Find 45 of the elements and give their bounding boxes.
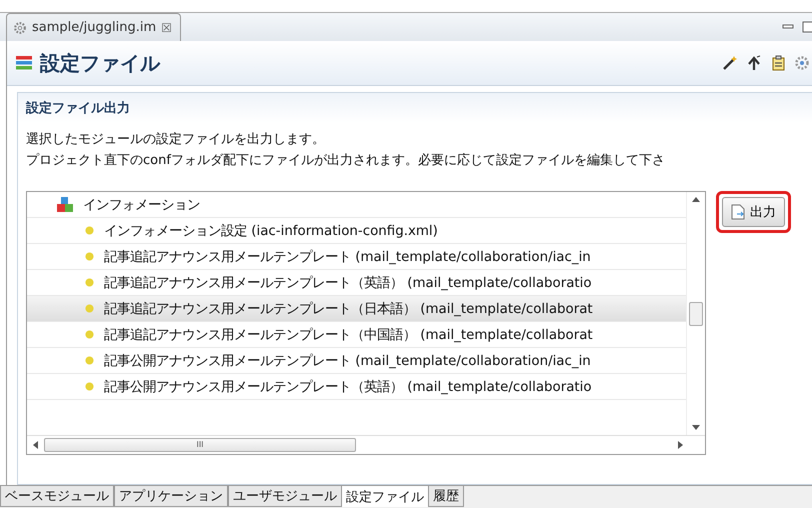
dot-icon — [85, 356, 94, 365]
scroll-left-icon[interactable] — [33, 441, 38, 449]
file-export-icon — [731, 204, 745, 220]
tree-item[interactable]: 記事追記アナウンス用メールテンプレート（中国語） (mail_template/collaborat — [27, 322, 686, 348]
blocks-icon — [57, 196, 73, 212]
tree-item[interactable]: インフォメーション設定 (iac-information-config.xml) — [27, 218, 686, 244]
wand-icon[interactable] — [722, 55, 738, 71]
scroll-down-icon[interactable] — [692, 425, 700, 430]
group-label: インフォメーション — [83, 196, 200, 214]
gear-icon[interactable] — [794, 55, 810, 71]
tree-item[interactable]: 記事追記アナウンス用メールテンプレート（日本語） (mail_template/collaborat — [27, 296, 686, 322]
scroll-thumb[interactable] — [689, 302, 703, 326]
dot-icon — [85, 278, 94, 287]
output-button[interactable]: 出力 — [722, 197, 785, 227]
minimize-icon[interactable] — [782, 23, 794, 31]
dot-icon — [85, 304, 94, 313]
bottom-tab[interactable]: 履歴 — [428, 486, 464, 507]
dot-icon — [85, 226, 94, 235]
tree-item[interactable]: 記事公開アナウンス用メールテンプレート (mail_template/collaboration/iac_in — [27, 348, 686, 374]
bottom-tab[interactable]: ベースモジュール — [0, 486, 114, 507]
dot-icon — [85, 252, 94, 261]
description-text: プロジェクト直下のconfフォルダ配下にファイルが出力されます。必要に応じて設定ファイルを編集して下さ — [26, 152, 666, 170]
vertical-scrollbar[interactable] — [686, 192, 705, 435]
editor-tab[interactable]: sample/juggling.im ☒ — [6, 13, 181, 41]
gear-icon — [13, 20, 27, 34]
arrow-up-icon[interactable] — [746, 55, 762, 71]
dot-icon — [85, 330, 94, 339]
stack-icon — [16, 56, 32, 70]
dot-icon — [85, 382, 94, 391]
close-button[interactable]: ☒ — [161, 20, 172, 34]
description-text: 選択したモジュールの設定ファイルを出力します。 — [26, 131, 326, 149]
tree-item[interactable]: 記事追記アナウンス用メールテンプレート (mail_template/collaboration/iac_in — [27, 244, 686, 270]
bottom-tab[interactable]: ユーザモジュール — [228, 486, 342, 507]
horizontal-scrollbar[interactable]: III — [27, 435, 705, 454]
clipboard-icon[interactable] — [770, 55, 786, 71]
bottom-tab[interactable]: 設定ファイル — [342, 486, 428, 507]
bottom-tab[interactable]: アプリケーション — [114, 486, 228, 507]
tree-item[interactable]: 記事公開アナウンス用メールテンプレート（英語） (mail_template/collaboratio — [27, 374, 686, 400]
scroll-right-icon[interactable] — [678, 441, 683, 449]
scroll-thumb[interactable]: III — [44, 438, 356, 452]
page-title: 設定ファイル — [40, 50, 160, 76]
maximize-icon[interactable] — [802, 21, 812, 33]
scroll-up-icon[interactable] — [692, 197, 700, 202]
editor-tab-title: sample/juggling.im — [32, 20, 156, 35]
tree-group[interactable]: インフォメーション — [27, 192, 686, 218]
